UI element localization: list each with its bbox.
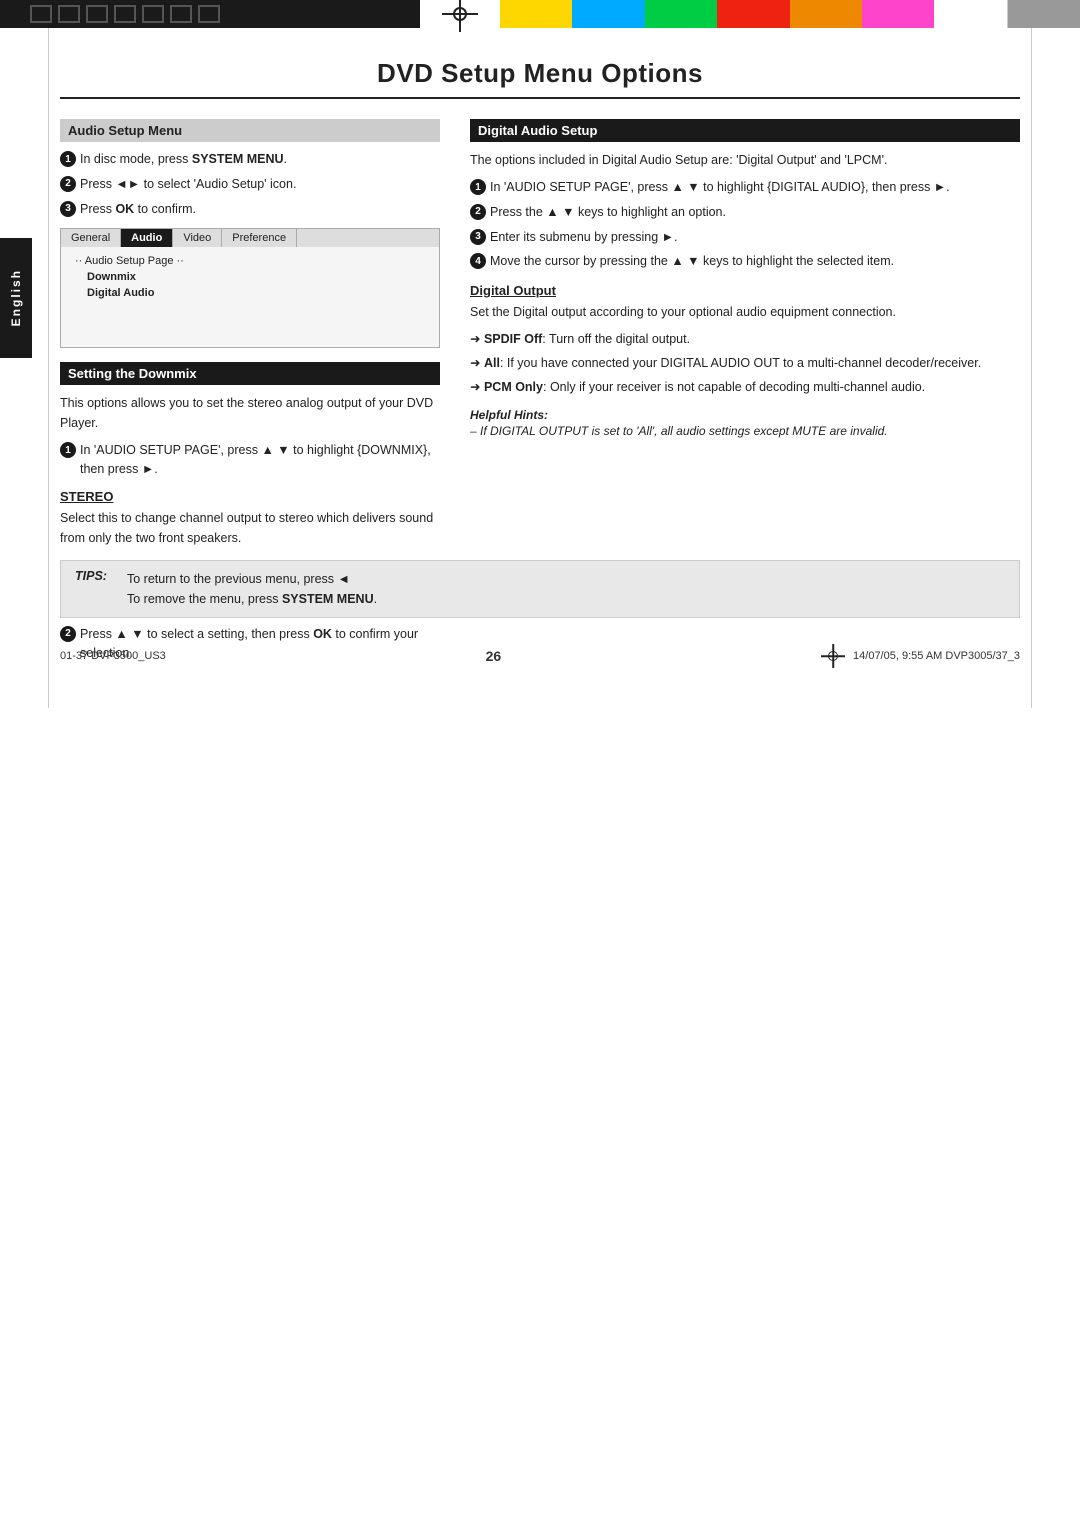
menu-tab-general[interactable]: General bbox=[61, 229, 121, 247]
digital-step1-text: In 'AUDIO SETUP PAGE', press ▲ ▼ to high… bbox=[490, 178, 1020, 197]
black-square-2 bbox=[58, 5, 80, 23]
tips-bar: TIPS: To return to the previous menu, pr… bbox=[60, 560, 1020, 618]
color-blue bbox=[572, 0, 644, 28]
downmix-step1: 1 In 'AUDIO SETUP PAGE', press ▲ ▼ to hi… bbox=[60, 441, 440, 479]
digital-step3-circle: 3 bbox=[470, 229, 486, 245]
digital-step2: 2 Press the ▲ ▼ keys to highlight an opt… bbox=[470, 203, 1020, 222]
top-bar-colors bbox=[500, 0, 1080, 28]
audio-setup-header: Audio Setup Menu bbox=[60, 119, 440, 142]
downmix-intro: This options allows you to set the stere… bbox=[60, 393, 440, 433]
pcm-item: ➜ PCM Only: Only if your receiver is not… bbox=[470, 378, 1020, 397]
side-label-text: English bbox=[9, 269, 23, 326]
digital-step4: 4 Move the cursor by pressing the ▲ ▼ ke… bbox=[470, 252, 1020, 271]
downmix-step1-circle: 1 bbox=[60, 442, 76, 458]
downmix-header: Setting the Downmix bbox=[60, 362, 440, 385]
footer-right-group: 14/07/05, 9:55 AM DVP3005/37_3 bbox=[821, 644, 1020, 668]
step2-text: Press ◄► to select 'Audio Setup' icon. bbox=[80, 175, 440, 194]
digital-step4-text: Move the cursor by pressing the ▲ ▼ keys… bbox=[490, 252, 1020, 271]
menu-tab-video[interactable]: Video bbox=[173, 229, 222, 247]
audio-setup-menu-section: Audio Setup Menu 1 In disc mode, press S… bbox=[60, 119, 440, 348]
menu-tabs: General Audio Video Preference bbox=[61, 229, 439, 247]
tips-line1: To return to the previous menu, press ◄ bbox=[127, 569, 1005, 589]
menu-body: ·· Audio Setup Page ·· Downmix Digital A… bbox=[61, 247, 439, 347]
color-gray bbox=[1008, 0, 1080, 28]
menu-tab-audio[interactable]: Audio bbox=[121, 229, 173, 247]
border-left bbox=[48, 28, 49, 708]
spdif-item: ➜ SPDIF Off: Turn off the digital output… bbox=[470, 330, 1020, 349]
audio-step2: 2 Press ◄► to select 'Audio Setup' icon. bbox=[60, 175, 440, 194]
step1-text: In disc mode, press SYSTEM MENU. bbox=[80, 150, 440, 169]
page-body: English DVD Setup Menu Options Audio Set… bbox=[0, 28, 1080, 708]
step3-text: Press OK to confirm. bbox=[80, 200, 440, 219]
black-square-1 bbox=[30, 5, 52, 23]
hints-label: Helpful Hints: bbox=[470, 408, 1020, 422]
tips-line2: To remove the menu, press SYSTEM MENU. bbox=[127, 589, 1005, 609]
black-square-3 bbox=[86, 5, 108, 23]
step3-circle: 3 bbox=[60, 201, 76, 217]
color-yellow bbox=[500, 0, 572, 28]
step1-circle: 1 bbox=[60, 151, 76, 167]
border-right bbox=[1031, 28, 1032, 708]
digital-step1-circle: 1 bbox=[470, 179, 486, 195]
digital-audio-intro: The options included in Digital Audio Se… bbox=[470, 150, 1020, 170]
step2-circle: 2 bbox=[60, 176, 76, 192]
color-orange bbox=[790, 0, 862, 28]
color-red bbox=[717, 0, 789, 28]
color-green bbox=[645, 0, 717, 28]
black-square-5 bbox=[142, 5, 164, 23]
footer-crosshair-icon bbox=[821, 644, 845, 668]
audio-step3: 3 Press OK to confirm. bbox=[60, 200, 440, 219]
footer-right: 14/07/05, 9:55 AM DVP3005/37_3 bbox=[853, 650, 1020, 662]
digital-output-intro: Set the Digital output according to your… bbox=[470, 302, 1020, 322]
top-crosshair bbox=[420, 0, 500, 28]
digital-step2-text: Press the ▲ ▼ keys to highlight an optio… bbox=[490, 203, 1020, 222]
stereo-text: Select this to change channel output to … bbox=[60, 508, 440, 548]
menu-spacer bbox=[71, 301, 429, 341]
digital-output-section: Digital Output Set the Digital output ac… bbox=[470, 283, 1020, 438]
page-number: 26 bbox=[486, 648, 502, 664]
hints-text: – If DIGITAL OUTPUT is set to 'All', all… bbox=[470, 424, 1020, 438]
menu-row-downmix: Downmix bbox=[71, 269, 429, 285]
tips-label: TIPS: bbox=[75, 569, 115, 583]
footer: 01-37 DVP3500_US3 26 14/07/05, 9:55 AM D… bbox=[60, 644, 1020, 668]
downmix-step2-circle: 2 bbox=[60, 626, 76, 642]
black-square-6 bbox=[170, 5, 192, 23]
tips-content: To return to the previous menu, press ◄ … bbox=[127, 569, 1005, 609]
stereo-label: STEREO bbox=[60, 489, 440, 504]
digital-step1: 1 In 'AUDIO SETUP PAGE', press ▲ ▼ to hi… bbox=[470, 178, 1020, 197]
menu-row-digitalaudio: Digital Audio bbox=[71, 285, 429, 301]
color-pink bbox=[862, 0, 934, 28]
menu-row-1: ·· Audio Setup Page ·· bbox=[71, 253, 429, 269]
digital-step2-circle: 2 bbox=[470, 204, 486, 220]
digital-step3: 3 Enter its submenu by pressing ►. bbox=[470, 228, 1020, 247]
helpful-hints: Helpful Hints: – If DIGITAL OUTPUT is se… bbox=[470, 408, 1020, 438]
footer-left: 01-37 DVP3500_US3 bbox=[60, 650, 166, 662]
digital-output-label: Digital Output bbox=[470, 283, 1020, 298]
audio-step1: 1 In disc mode, press SYSTEM MENU. bbox=[60, 150, 440, 169]
downmix-step1-text: In 'AUDIO SETUP PAGE', press ▲ ▼ to high… bbox=[80, 441, 440, 479]
black-square-4 bbox=[114, 5, 136, 23]
black-square-7 bbox=[198, 5, 220, 23]
digital-audio-section: Digital Audio Setup The options included… bbox=[470, 119, 1020, 271]
menu-screenshot: General Audio Video Preference ·· Audio … bbox=[60, 228, 440, 348]
crosshair-circle bbox=[453, 7, 467, 21]
side-label: English bbox=[0, 238, 32, 358]
top-bar-black bbox=[0, 0, 420, 28]
color-white bbox=[934, 0, 1007, 28]
all-item: ➜ All: If you have connected your DIGITA… bbox=[470, 354, 1020, 373]
menu-tab-preference[interactable]: Preference bbox=[222, 229, 297, 247]
title-rule bbox=[60, 97, 1020, 99]
footer-crosshair-circle bbox=[828, 651, 838, 661]
digital-step3-text: Enter its submenu by pressing ►. bbox=[490, 228, 1020, 247]
digital-step4-circle: 4 bbox=[470, 253, 486, 269]
bottom-crosshair-wrapper: 26 bbox=[486, 648, 502, 664]
top-bar bbox=[0, 0, 1080, 28]
page-title: DVD Setup Menu Options bbox=[60, 58, 1020, 89]
digital-audio-header: Digital Audio Setup bbox=[470, 119, 1020, 142]
